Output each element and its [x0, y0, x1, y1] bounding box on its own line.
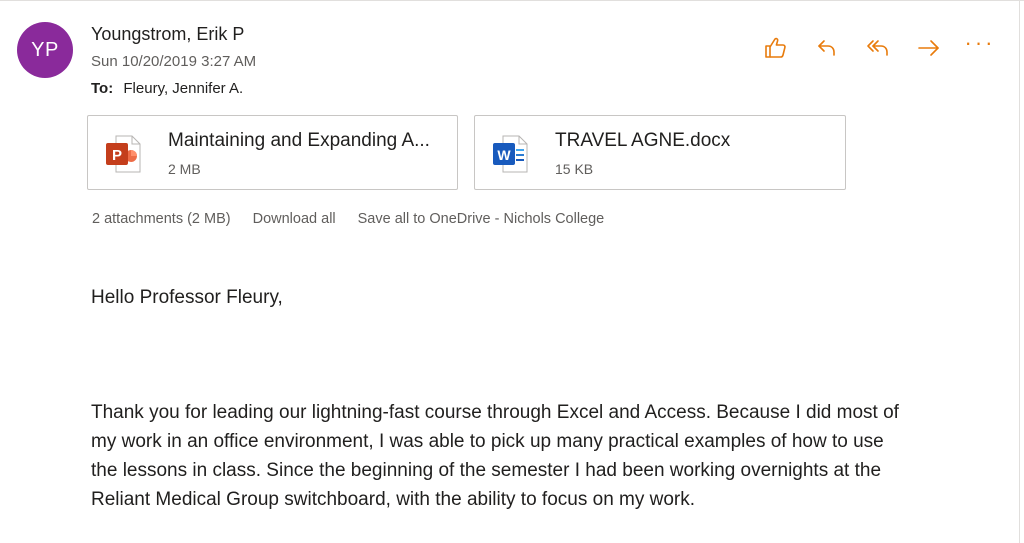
attachment-size: 15 KB — [555, 161, 594, 177]
forward-button[interactable] — [911, 34, 947, 62]
attachment-card[interactable]: P Maintaining and Expanding A... 2 MB — [87, 115, 458, 190]
message-greeting: Hello Professor Fleury, — [91, 287, 283, 308]
message-line: Thank you for leading our lightning-fast… — [91, 402, 899, 423]
svg-text:W: W — [497, 147, 511, 163]
sent-date: Sun 10/20/2019 3:27 AM — [91, 53, 257, 70]
attachment-card[interactable]: W TRAVEL AGNE.docx 15 KB — [474, 115, 846, 190]
attachment-count: 2 attachments (2 MB) — [92, 211, 231, 227]
more-actions-button[interactable]: ··· — [962, 30, 998, 62]
window-right-border — [1019, 0, 1020, 543]
avatar[interactable]: YP — [17, 22, 73, 78]
message-line: the lessons in class. Since the beginnin… — [91, 460, 882, 481]
forward-icon — [918, 40, 939, 56]
like-button[interactable] — [758, 34, 794, 62]
word-icon: W — [493, 135, 528, 173]
recipient-line: To: Fleury, Jennifer A. — [91, 80, 243, 97]
attachment-name[interactable]: TRAVEL AGNE.docx — [555, 130, 730, 152]
more-icon: ··· — [964, 30, 996, 55]
thumbs-up-icon — [765, 37, 786, 58]
attachment-footer: 2 attachments (2 MB) Download all Save a… — [92, 211, 626, 227]
attachment-size: 2 MB — [168, 161, 201, 177]
reply-all-button[interactable] — [860, 34, 896, 62]
save-all-onedrive-link[interactable]: Save all to OneDrive - Nichols College — [358, 211, 605, 227]
message-paragraph: Thank you for leading our lightning-fast… — [91, 398, 991, 514]
message-line: my work in an office environment, I was … — [91, 431, 884, 452]
reply-button[interactable] — [809, 34, 845, 62]
message-actions: ··· — [758, 30, 998, 62]
message-line: Reliant Medical Group switchboard, with … — [91, 489, 696, 510]
recipient-name[interactable]: Fleury, Jennifer A. — [123, 80, 243, 97]
attachment-name[interactable]: Maintaining and Expanding A... — [168, 130, 430, 152]
svg-text:P: P — [112, 147, 122, 164]
window-top-border — [0, 0, 1024, 4]
to-label: To: — [91, 80, 114, 97]
download-all-link[interactable]: Download all — [253, 211, 336, 227]
reply-icon — [818, 40, 835, 56]
sender-name[interactable]: Youngstrom, Erik P — [91, 24, 244, 45]
reply-all-icon — [867, 40, 888, 56]
powerpoint-icon: P — [106, 135, 141, 173]
